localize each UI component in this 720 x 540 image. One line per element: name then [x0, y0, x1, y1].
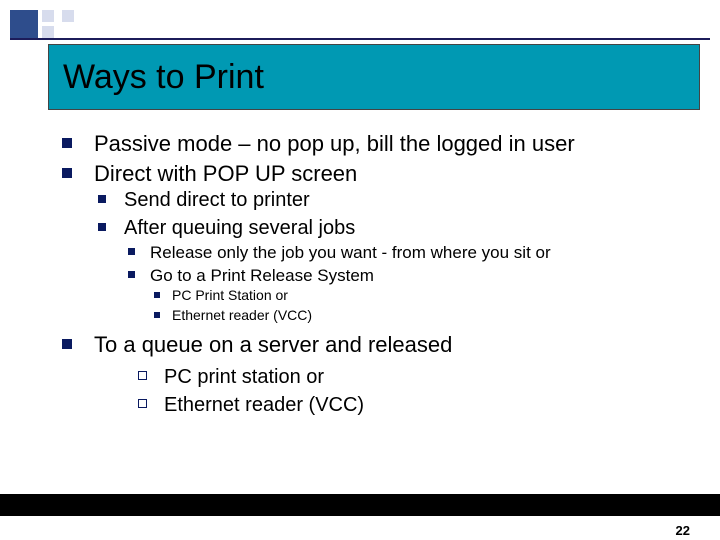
bullet-text: Ethernet reader (VCC): [164, 394, 364, 416]
bullet-text: PC Print Station or: [172, 287, 288, 303]
bullet-text: Ethernet reader (VCC): [172, 307, 312, 323]
bullet-l2: After queuing several jobs Release only …: [94, 216, 660, 325]
bullet-l2: Send direct to printer: [94, 188, 660, 214]
decor-square-small: [62, 26, 74, 38]
decor-square-small: [62, 10, 74, 22]
bullet-text: Go to a Print Release System: [150, 266, 374, 285]
bullet-text: PC print station or: [164, 366, 324, 388]
slide: Ways to Print Passive mode – no pop up, …: [0, 0, 720, 540]
footer-bar: [0, 494, 720, 516]
bullet-l1: To a queue on a server and released PC p…: [58, 331, 660, 418]
bullet-l3: Release only the job you want - from whe…: [124, 242, 660, 264]
decor-square-small: [42, 26, 54, 38]
page-number: 22: [676, 523, 690, 538]
bullet-l1: Direct with POP UP screen Send direct to…: [58, 160, 660, 325]
bullet-l2-hollow: Ethernet reader (VCC): [134, 393, 660, 419]
slide-content: Passive mode – no pop up, bill the logge…: [58, 130, 660, 420]
bullet-text: Direct with POP UP screen: [94, 161, 357, 186]
bullet-text: Send direct to printer: [124, 189, 310, 211]
decor-square-large: [10, 10, 38, 38]
header-rule: [10, 38, 710, 40]
bullet-text: Release only the job you want - from whe…: [150, 243, 551, 262]
bullet-l3: Go to a Print Release System PC Print St…: [124, 265, 660, 325]
bullet-l4: PC Print Station or: [150, 287, 660, 305]
decor-square-small: [42, 10, 54, 22]
bullet-text: After queuing several jobs: [124, 217, 355, 239]
bullet-l2-hollow: PC print station or: [134, 365, 660, 391]
bullet-text: To a queue on a server and released: [94, 332, 452, 357]
decor-square-stack: [42, 10, 74, 38]
bullet-l4: Ethernet reader (VCC): [150, 307, 660, 325]
slide-title: Ways to Print: [63, 58, 264, 97]
bullet-l1: Passive mode – no pop up, bill the logge…: [58, 130, 660, 158]
title-band: Ways to Print: [48, 44, 700, 110]
bullet-text: Passive mode – no pop up, bill the logge…: [94, 131, 575, 156]
corner-decoration: [10, 10, 74, 38]
